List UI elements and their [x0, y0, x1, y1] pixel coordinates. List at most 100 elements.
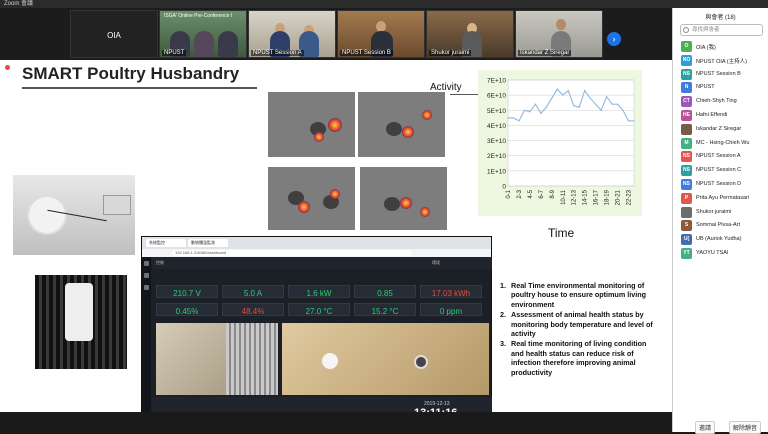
chevron-right-icon: › [612, 34, 616, 44]
camera-feed-2 [282, 323, 489, 395]
chart-data-point [611, 103, 613, 105]
participant-search-input[interactable]: 尋找與會者 [680, 24, 763, 36]
chart-data-point [584, 90, 586, 92]
camera-feed-1 [156, 323, 278, 395]
participant-name: YAOYU TSAI [696, 249, 729, 256]
participant-row[interactable]: Shukor juraimi [673, 206, 768, 220]
participant-row[interactable]: NO NPUST OIA (主持人) [673, 54, 768, 68]
metric-card: 48.4% [222, 303, 284, 316]
invite-button[interactable]: 邀請 [695, 421, 716, 434]
participant-figure [194, 31, 214, 57]
metric-value: 0.85 [377, 289, 393, 298]
participant-name: Prita Ayu Permatasari [696, 194, 750, 201]
participant-name: NPUST Session C [696, 167, 742, 174]
video-tile-session-a[interactable]: NPUST Session A [248, 10, 336, 58]
chart-data-point [529, 111, 531, 113]
participant-row[interactable]: NS NPUST Session D [673, 178, 768, 192]
avatar [681, 123, 692, 135]
participant-row[interactable]: CT Chieh-Shyh Ting [673, 95, 768, 109]
video-tile-npust[interactable]: ISGA' Online Pre-Conference I NPUST [159, 10, 247, 58]
participant-name: MC - Hsing-Chieh Wu [696, 139, 750, 146]
avatar: NS [681, 178, 692, 190]
heat-spot [422, 110, 432, 120]
avatar [681, 206, 692, 218]
avatar: NS [681, 68, 692, 80]
participant-name: UB (Auriok Yudha) [696, 236, 742, 243]
chart-x-tick-label: 14-15 [583, 189, 589, 205]
chart-x-tick-label: 20-21 [616, 189, 622, 205]
heat-spot [402, 126, 414, 138]
bullet-text: Assessment of animal health status by mo… [511, 310, 653, 339]
dashboard-sidebar [142, 257, 151, 425]
chart-data-point [616, 103, 619, 105]
participant-row[interactable]: U( UB (Auriok Yudha) [673, 233, 768, 247]
participant-row[interactable]: Iskandar Z Siregar [673, 123, 768, 137]
video-tile-shukor[interactable]: Shukor juraimi [426, 10, 514, 58]
participant-row[interactable]: HE Hafni Effendi [673, 109, 768, 123]
heat-spot [420, 207, 430, 217]
title-underline-right [450, 94, 478, 95]
participant-row[interactable]: YT YAOYU TSAI [673, 247, 768, 261]
slide-title: SMART Poultry Husbandry [22, 64, 240, 83]
chart-data-point [633, 120, 635, 122]
sensor-photo-cage [35, 275, 127, 369]
participant-row[interactable]: NS NPUST Session A [673, 150, 768, 164]
slide-bullet-list: 1. Real Time environmental monitoring of … [500, 281, 660, 378]
sensor-device-icon [27, 195, 67, 235]
avatar: NS [681, 151, 692, 163]
avatar: NS [681, 165, 692, 177]
participant-row[interactable]: P Prita Ayu Permatasari [673, 192, 768, 206]
next-page-button[interactable]: › [607, 32, 621, 46]
chart-x-tick-label: 18-19 [605, 189, 611, 205]
chart-data-point [523, 109, 526, 111]
search-placeholder: 尋找與會者 [692, 27, 720, 33]
chart-x-axis-title: Time [548, 226, 575, 240]
bullet-number: 2. [500, 310, 506, 320]
chart-x-tick-label: 2-3 [517, 189, 523, 198]
chart-data-point [545, 106, 547, 108]
url-field: 192.168.1.3:8080/dashboard [172, 250, 412, 256]
bullet-number: 1. [500, 281, 506, 290]
record-indicator-icon [5, 65, 10, 70]
chart-data-point [562, 94, 564, 96]
browser-url-bar: 192.168.1.3:8080/dashboard [142, 249, 491, 257]
participant-name: OIA (我) [696, 45, 716, 51]
grid-icon [144, 273, 149, 278]
chart-x-tick-label: 6-7 [539, 189, 545, 198]
avatar: YT [681, 247, 692, 259]
chart-data-point [507, 117, 509, 119]
chart-y-tick-label: 1E+10 [487, 168, 506, 175]
thermal-image-3 [268, 167, 355, 230]
participant-row[interactable]: S Sommai Pivsa-Art [673, 219, 768, 233]
chart-data-point [512, 117, 515, 119]
title-underline [22, 87, 257, 89]
participant-row[interactable]: O OIA (我) [673, 40, 768, 54]
metric-card: 5.0 A [222, 285, 284, 298]
video-strip: OIA ISGA' Online Pre-Conference I NPUST … [0, 8, 672, 60]
chart-data-point [589, 97, 591, 99]
metric-card: 0.45% [156, 303, 218, 316]
video-tile-session-b[interactable]: NPUST Session B [337, 10, 425, 58]
participant-row[interactable]: NS NPUST Session B [673, 68, 768, 82]
chart-y-tick-label: 5E+10 [487, 108, 506, 115]
participant-name: NPUST [696, 84, 715, 91]
participant-row[interactable]: N NPUST [673, 81, 768, 95]
chart-data-point [606, 96, 608, 98]
chart-x-tick-label: 16-17 [594, 189, 600, 205]
participant-name: Shukor juraimi [696, 208, 732, 215]
dashboard-screenshot: 系統監控 動物體溫監測 192.168.1.3:8080/dashboard 控… [141, 236, 492, 425]
cage-bars [226, 323, 278, 395]
chart-x-tick-label: 0-1 [506, 189, 512, 198]
video-tile-oia[interactable]: OIA [70, 10, 158, 58]
participant-name: NPUST Session B [696, 70, 741, 77]
unmute-button[interactable]: 解除靜音 [729, 421, 762, 434]
feeder [322, 353, 338, 369]
video-tile-iskandar[interactable]: Iskandar Z Siregar [515, 10, 603, 58]
avatar: CT [681, 96, 692, 108]
participant-row[interactable]: NS NPUST Session C [673, 164, 768, 178]
metric-card: 17.03 kWh [420, 285, 482, 298]
participant-row[interactable]: M MC - Hsing-Chieh Wu [673, 137, 768, 151]
bullet-item: 2. Assessment of animal health status by … [500, 310, 660, 338]
avatar: U( [681, 234, 692, 246]
sensor-device-icon [65, 283, 93, 341]
